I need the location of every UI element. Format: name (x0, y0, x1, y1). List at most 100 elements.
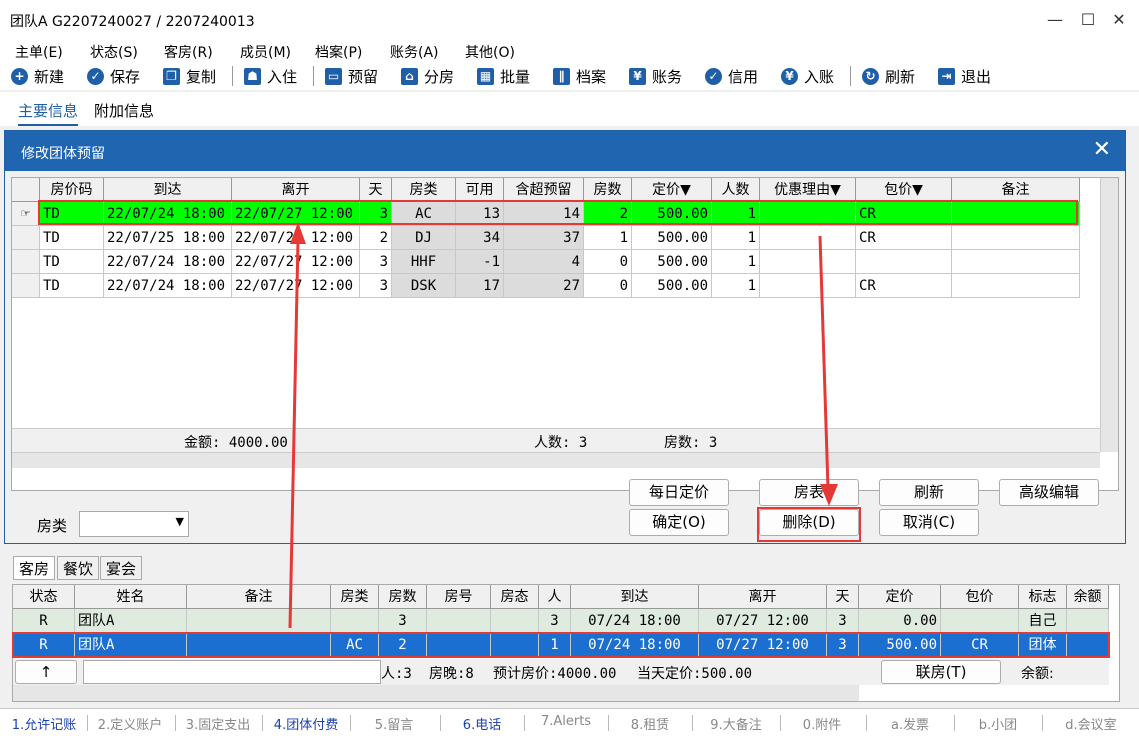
col-days[interactable]: 天 (360, 178, 392, 202)
exit-button[interactable]: ⇥ 退出 (938, 65, 991, 87)
summary-amount: 金额: 4000.00 (184, 435, 288, 451)
dialog-header: 修改团体预留 ✕ (5, 131, 1125, 171)
col-remark[interactable]: 备注 (952, 178, 1080, 202)
move-up-button[interactable]: ↑ (15, 660, 77, 684)
status-meeting-room[interactable]: d.会议室 (1046, 714, 1136, 733)
confirm-button[interactable]: 确定(O) (629, 509, 729, 536)
status-rental[interactable]: 8.租赁 (612, 714, 688, 733)
status-alerts[interactable]: 7.Alerts (528, 714, 604, 729)
tab-dining[interactable]: 餐饮 (57, 556, 100, 580)
assign-room-button[interactable]: ⌂ 分房 (401, 65, 454, 87)
room-table-button[interactable]: 房表 (759, 479, 859, 506)
summary-persons: 人数: 3 (534, 435, 588, 451)
member-panel: 客房 餐饮 宴会 状态 姓名 备注 房类 房数 房号 房态 人 到达 离开 天 … (10, 548, 1125, 708)
col-departure[interactable]: 离开 (232, 178, 360, 202)
grid-summary: 金额: 4000.00 人数: 3 房数: 3 (12, 428, 1100, 452)
status-attachment[interactable]: 0.附件 (784, 714, 860, 733)
room-type-label: 房类 (37, 517, 68, 535)
cancel-button[interactable]: 取消(C) (879, 509, 979, 536)
advanced-edit-button[interactable]: 高级编辑 (999, 479, 1099, 506)
profile-button[interactable]: ∥ 档案 (553, 65, 606, 87)
save-button[interactable]: ✓ 保存 (87, 65, 140, 87)
credit-button[interactable]: ✓ 信用 (705, 65, 758, 87)
table-row-selected[interactable]: R 团队A AC 2 1 07/24 18:00 07/27 12:00 3 5… (13, 633, 1109, 657)
status-group-pay[interactable]: 4.团体付费 (266, 714, 346, 733)
reservation-grid: 房价码 到达 离开 天 房类 可用 含超预留 房数 定价▼ 人数 优惠理由▼ 包… (11, 177, 1119, 491)
status-phone[interactable]: 6.电话 (444, 714, 520, 733)
toolbar-divider (313, 66, 314, 86)
new-button[interactable]: + 新建 (11, 65, 64, 87)
col-overbook[interactable]: 含超预留 (504, 178, 584, 202)
status-fixed-expense[interactable]: 3.固定支出 (178, 714, 258, 733)
vertical-scrollbar[interactable] (1100, 178, 1118, 452)
horizontal-scrollbar[interactable] (13, 685, 859, 701)
toolbar: + 新建 ✓ 保存 ❐ 复制 ☗ 入住 ▭ 预留 ⌂ 分房 ▦ 批量 ∥ 档案 ¥ 账务 ✓ 信用 … (0, 62, 1139, 90)
delete-button[interactable]: 删除(D) (759, 509, 859, 536)
col-available[interactable]: 可用 (456, 178, 504, 202)
maximize-button[interactable]: ☐ (1076, 8, 1100, 32)
col-persons[interactable]: 人数 (712, 178, 760, 202)
menu-member[interactable]: 成员(M) (240, 42, 291, 62)
col-arrival[interactable]: 到达 (104, 178, 232, 202)
col-discount[interactable]: 优惠理由▼ (760, 178, 856, 202)
table-row[interactable]: TD 22/07/25 18:00 22/07/27 12:00 2 DJ 34… (12, 226, 1082, 250)
footer-nights: 房晚:8 (429, 666, 474, 682)
menu-main[interactable]: 主单(E) (15, 42, 63, 62)
close-icon[interactable]: ✕ (1093, 137, 1111, 162)
table-row[interactable]: R 团队A 3 3 07/24 18:00 07/27 12:00 3 0.00… (13, 609, 1109, 633)
yen-icon: ¥ (781, 67, 798, 85)
dialog-title: 修改团体预留 (21, 146, 105, 162)
calendar-icon: ▭ (325, 67, 342, 85)
menu-room[interactable]: 客房(R) (164, 42, 213, 62)
close-window-button[interactable]: ✕ (1107, 8, 1131, 32)
table-row[interactable]: ☞ TD 22/07/24 18:00 22/07/27 12:00 3 AC … (12, 202, 1082, 226)
grid-header: 状态 姓名 备注 房类 房数 房号 房态 人 到达 离开 天 定价 包价 标志 … (13, 585, 1117, 609)
account-button[interactable]: ¥ 账务 (629, 65, 682, 87)
tab-main-info[interactable]: 主要信息 (18, 100, 79, 126)
exit-icon: ⇥ (938, 67, 955, 85)
plus-icon: + (11, 67, 28, 85)
reserve-button[interactable]: ▭ 预留 (325, 65, 378, 87)
menu-account[interactable]: 账务(A) (390, 42, 439, 62)
toolbar-divider (850, 66, 851, 86)
checkin-button[interactable]: ☗ 入住 (244, 65, 297, 87)
books-icon: ∥ (553, 67, 570, 85)
status-allow-posting[interactable]: 1.允许记账 (4, 714, 84, 733)
batch-button[interactable]: ▦ 批量 (477, 65, 530, 87)
col-rooms[interactable]: 房数 (584, 178, 632, 202)
menu-profile[interactable]: 档案(P) (315, 42, 362, 62)
refresh-icon: ↻ (862, 67, 879, 85)
menu-status[interactable]: 状态(S) (90, 42, 138, 62)
grid-header: 房价码 到达 离开 天 房类 可用 含超预留 房数 定价▼ 人数 优惠理由▼ 包… (12, 178, 1082, 202)
table-row[interactable]: TD 22/07/24 18:00 22/07/27 12:00 3 HHF -… (12, 250, 1082, 274)
status-message[interactable]: 5.留言 (354, 714, 434, 733)
check-icon: ✓ (87, 67, 104, 85)
tab-rooms[interactable]: 客房 (13, 556, 56, 580)
status-invoice[interactable]: a.发票 (870, 714, 950, 733)
menu-other[interactable]: 其他(O) (465, 42, 515, 62)
copy-button[interactable]: ❐ 复制 (163, 65, 216, 87)
minimize-button[interactable]: — (1043, 8, 1067, 32)
status-subgroup[interactable]: b.小团 (958, 714, 1038, 733)
room-type-select[interactable]: ▼ (79, 511, 189, 537)
refresh-button[interactable]: ↻ 刷新 (862, 65, 915, 87)
table-row[interactable]: TD 22/07/24 18:00 22/07/27 12:00 3 DSK 1… (12, 274, 1082, 298)
refresh-grid-button[interactable]: 刷新 (879, 479, 979, 506)
info-tabs: 主要信息 附加信息 (0, 92, 1139, 126)
footer-persons: 人:3 (381, 666, 412, 682)
col-room-type[interactable]: 房类 (392, 178, 456, 202)
col-rate[interactable]: 定价▼ (632, 178, 712, 202)
tab-extra-info[interactable]: 附加信息 (94, 100, 154, 121)
post-button[interactable]: ¥ 入账 (781, 65, 834, 87)
link-room-button[interactable]: 联房(T) (881, 660, 1001, 684)
status-define-account[interactable]: 2.定义账户 (90, 714, 170, 733)
col-rate-code[interactable]: 房价码 (40, 178, 104, 202)
status-big-remark[interactable]: 9.大备注 (696, 714, 776, 733)
summary-rooms: 房数: 3 (664, 435, 718, 451)
daily-rate-button[interactable]: 每日定价 (629, 479, 729, 506)
tab-banquet[interactable]: 宴会 (100, 556, 143, 580)
horizontal-scrollbar[interactable] (12, 452, 1100, 468)
col-package[interactable]: 包价▼ (856, 178, 952, 202)
member-filter-input[interactable] (83, 660, 381, 684)
house-icon: ⌂ (401, 67, 418, 85)
